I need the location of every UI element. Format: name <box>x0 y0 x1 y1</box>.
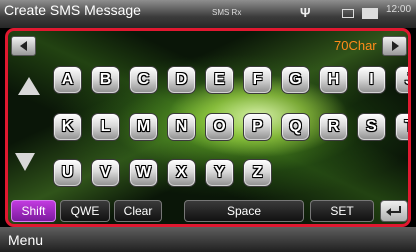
clear-label: Clear <box>123 204 153 218</box>
message-icon <box>342 9 354 18</box>
key-label: O <box>213 118 226 135</box>
key-p[interactable]: P <box>243 113 272 141</box>
clear-button[interactable]: Clear <box>114 200 162 222</box>
key-u[interactable]: U <box>53 159 82 187</box>
key-q[interactable]: Q <box>281 113 310 141</box>
key-label: Y <box>214 164 225 181</box>
key-label: K <box>61 118 74 135</box>
key-j[interactable]: J <box>395 66 408 94</box>
key-x[interactable]: X <box>167 159 196 187</box>
key-label: A <box>61 71 74 88</box>
triangle-down-icon[interactable] <box>15 153 35 171</box>
space-button[interactable]: Space <box>184 200 304 222</box>
arrow-left-icon <box>20 41 27 51</box>
key-t[interactable]: T <box>395 113 408 141</box>
key-label: V <box>100 164 111 181</box>
return-arrow-icon <box>386 206 401 216</box>
key-n[interactable]: N <box>167 113 196 141</box>
key-label: D <box>175 71 188 88</box>
key-label: N <box>175 118 188 135</box>
key-label: F <box>252 71 263 88</box>
shift-label: Shift <box>21 204 46 218</box>
key-label: L <box>100 118 111 135</box>
key-label: T <box>405 118 408 136</box>
key-b[interactable]: B <box>91 66 120 94</box>
key-label: B <box>99 71 112 88</box>
key-label: G <box>289 71 302 88</box>
key-label: R <box>327 118 340 135</box>
key-label: H <box>327 71 340 88</box>
triangle-up-icon[interactable] <box>18 77 40 95</box>
key-d[interactable]: D <box>167 66 196 94</box>
key-g[interactable]: G <box>281 66 310 94</box>
menu-button[interactable]: Menu <box>8 232 43 248</box>
key-label: W <box>135 164 152 181</box>
key-label: P <box>252 118 263 135</box>
screen-title: Create SMS Message <box>4 2 141 18</box>
key-i[interactable]: I <box>357 66 386 94</box>
key-label: J <box>405 71 408 89</box>
key-s[interactable]: S <box>357 113 386 141</box>
keyboard-panel: 70Char ABCDEFGHIJKLMNOPQRSTUVWXYZ Shift … <box>5 28 411 227</box>
key-m[interactable]: M <box>129 113 158 141</box>
key-l[interactable]: L <box>91 113 120 141</box>
key-z[interactable]: Z <box>243 159 272 187</box>
key-label: Q <box>289 118 302 135</box>
key-w[interactable]: W <box>129 159 158 187</box>
key-v[interactable]: V <box>91 159 120 187</box>
cursor-right-button[interactable] <box>382 36 407 56</box>
key-c[interactable]: C <box>129 66 158 94</box>
key-label: M <box>136 118 151 135</box>
bottom-bar <box>0 227 416 252</box>
key-e[interactable]: E <box>205 66 234 94</box>
shift-button[interactable]: Shift <box>11 200 56 222</box>
set-button[interactable]: SET <box>310 200 374 222</box>
clock: 12:00 <box>386 4 412 15</box>
key-label: E <box>214 71 225 88</box>
arrow-right-icon <box>392 41 399 51</box>
qwe-label: QWE <box>70 204 100 218</box>
key-label: C <box>137 71 150 88</box>
back-button[interactable] <box>380 200 408 222</box>
key-h[interactable]: H <box>319 66 348 94</box>
key-o[interactable]: O <box>205 113 234 141</box>
key-k[interactable]: K <box>53 113 82 141</box>
cursor-left-button[interactable] <box>11 36 36 56</box>
key-y[interactable]: Y <box>205 159 234 187</box>
key-label: I <box>369 71 374 88</box>
key-a[interactable]: A <box>53 66 82 94</box>
space-label: Space <box>226 204 262 218</box>
key-r[interactable]: R <box>319 113 348 141</box>
signal-strength-icon: Ψ <box>300 5 311 20</box>
key-label: S <box>366 118 377 135</box>
key-label: U <box>61 164 74 181</box>
key-label: Z <box>252 164 263 181</box>
set-label: SET <box>330 204 354 218</box>
key-label: X <box>176 164 187 181</box>
battery-icon <box>362 8 378 19</box>
sms-status-text: SMS Rx <box>212 8 242 17</box>
qwe-button[interactable]: QWE <box>60 200 110 222</box>
char-count: 70Char <box>334 38 377 53</box>
key-f[interactable]: F <box>243 66 272 94</box>
